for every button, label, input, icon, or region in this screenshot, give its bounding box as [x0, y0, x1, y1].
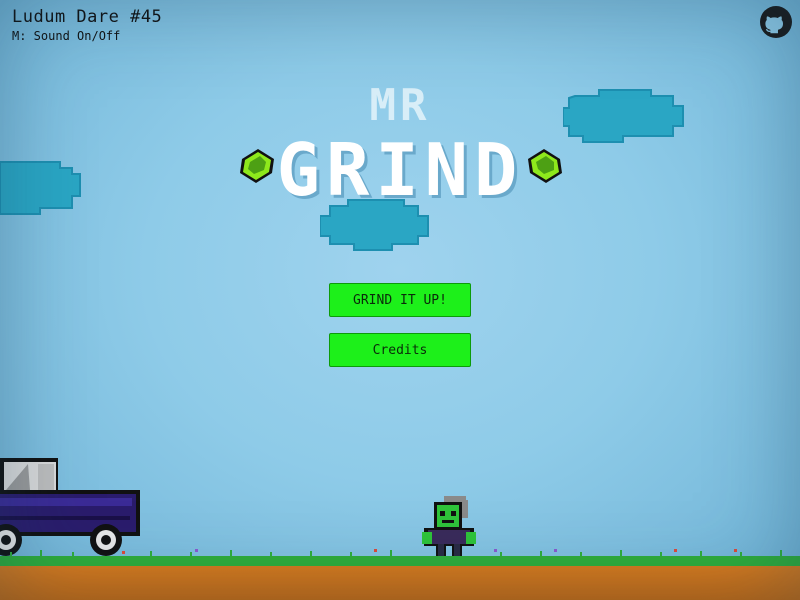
grind-it-up-button[interactable]: GRIND IT UP!: [329, 283, 471, 317]
grass-tufts: [10, 549, 782, 558]
sound-toggle-hint: M: Sound On/Off: [12, 29, 121, 43]
github-icon[interactable]: [760, 6, 792, 38]
title-mr: MR: [369, 80, 431, 131]
green-gem-icon-left: [240, 149, 274, 183]
title-grind: GRIND: [276, 128, 524, 212]
dirt-ground: [0, 566, 800, 600]
game-canvas[interactable]: Ludum Dare #45 M: Sound On/Off MR GRIND …: [0, 0, 800, 600]
credits-button[interactable]: Credits: [329, 333, 471, 367]
hud-title: Ludum Dare #45: [12, 7, 163, 27]
green-gem-icon-right: [528, 149, 562, 183]
